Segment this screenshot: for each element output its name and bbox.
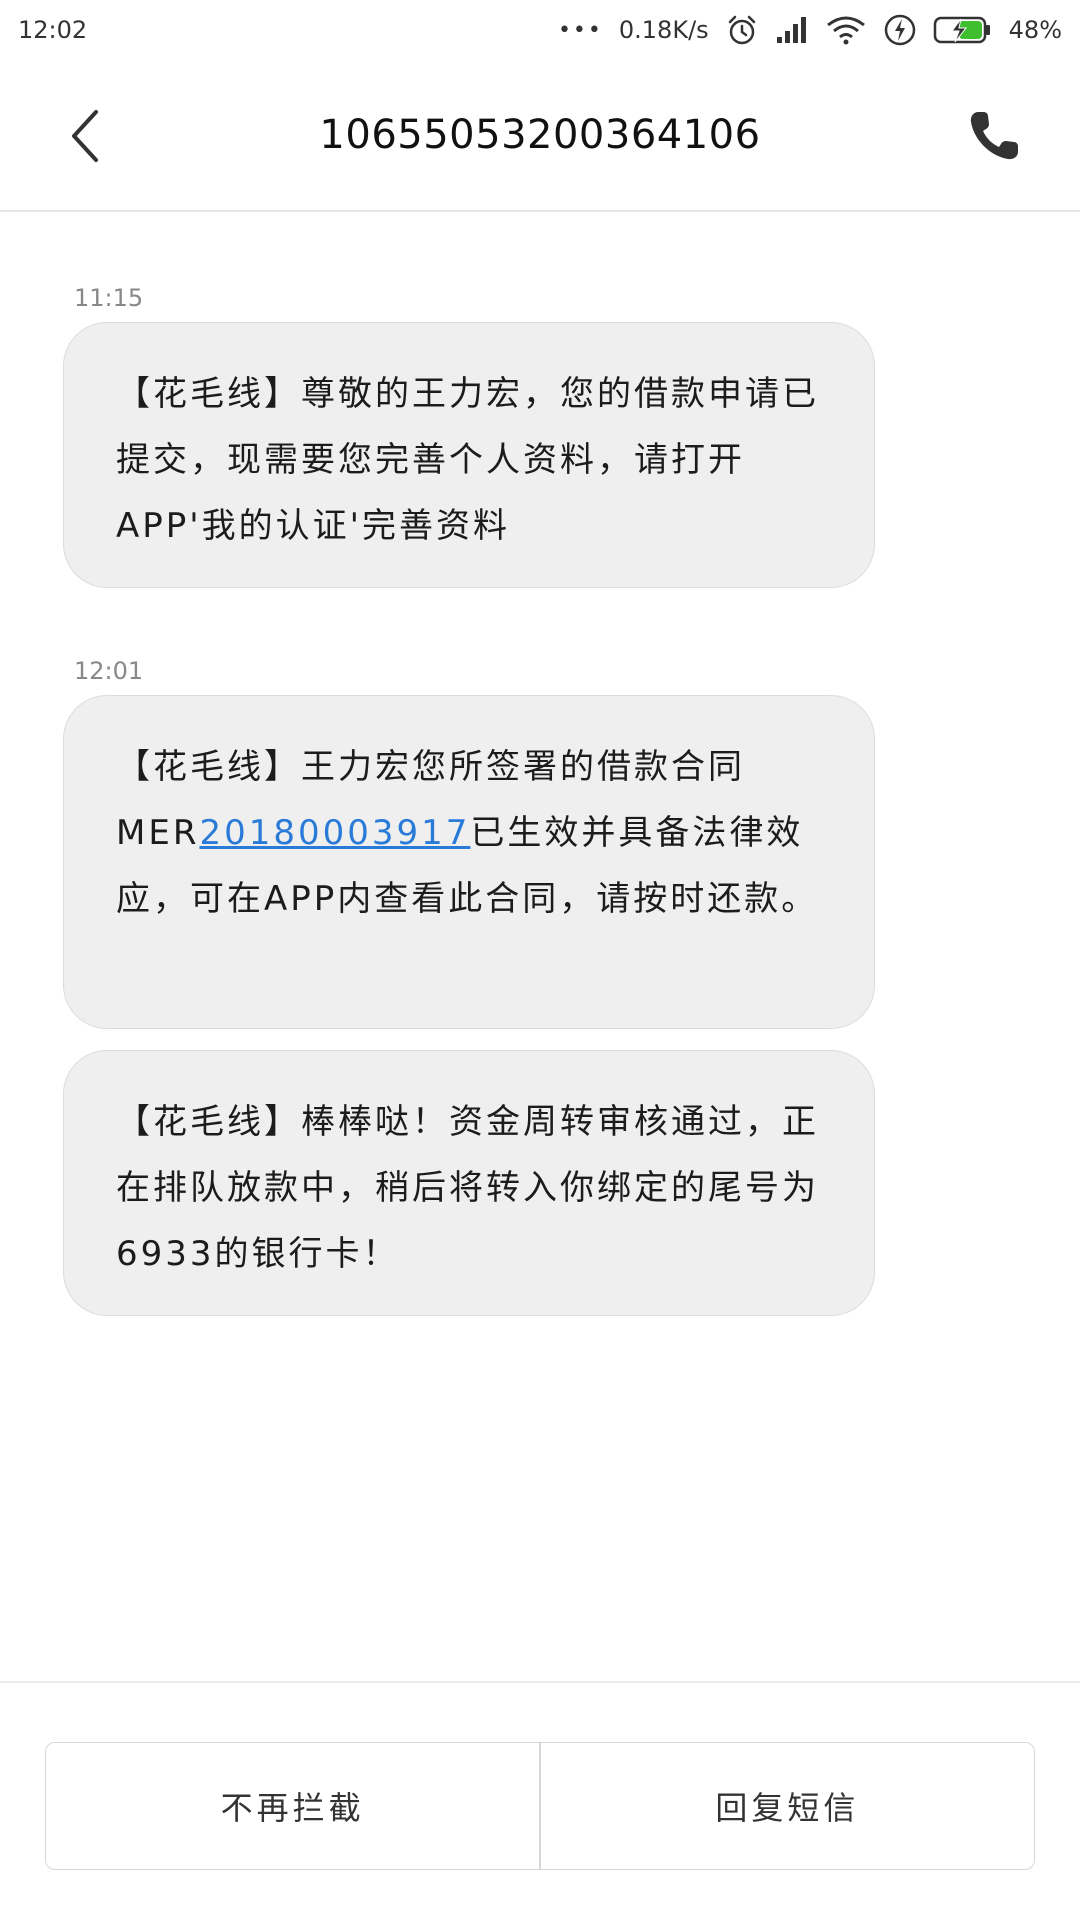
sender-number: 10655053200364106	[319, 112, 761, 158]
message-timestamp: 11:15	[74, 284, 144, 312]
status-bar: 12:02 ••• 0.18K/s 48%	[0, 0, 1080, 60]
message-timestamp: 12:01	[74, 657, 144, 685]
bottom-divider	[0, 1681, 1080, 1683]
back-button[interactable]	[56, 104, 116, 168]
status-icons: ••• 0.18K/s 48%	[558, 13, 1062, 47]
message-bubble[interactable]: 【花毛线】王力宏您所签署的借款合同MER20180003917已生效并具备法律效…	[63, 695, 875, 1029]
wifi-icon	[825, 15, 867, 45]
unblock-button[interactable]: 不再拦截	[46, 1743, 540, 1869]
more-dots-icon: •••	[557, 17, 603, 43]
phone-icon	[970, 112, 1018, 160]
flash-icon	[883, 13, 917, 47]
conversation-header: 10655053200364106	[0, 60, 1080, 212]
message-text: 【花毛线】棒棒哒！资金周转审核通过，正在排队放款中，稍后将转入你绑定的尾号为69…	[116, 1102, 819, 1274]
alarm-icon	[725, 13, 759, 47]
status-time: 12:02	[18, 16, 88, 44]
message-bubble[interactable]: 【花毛线】尊敬的王力宏，您的借款申请已提交，现需要您完善个人资料，请打开APP'…	[63, 322, 875, 588]
signal-icon	[775, 15, 809, 45]
call-button[interactable]	[962, 104, 1026, 168]
message-text: 【花毛线】尊敬的王力宏，您的借款申请已提交，现需要您完善个人资料，请打开APP'…	[116, 374, 819, 546]
action-bar: 不再拦截 回复短信	[45, 1742, 1035, 1870]
battery-percent: 48%	[1008, 16, 1062, 44]
message-bubble[interactable]: 【花毛线】棒棒哒！资金周转审核通过，正在排队放款中，稍后将转入你绑定的尾号为69…	[63, 1050, 875, 1316]
net-speed: 0.18K/s	[618, 16, 709, 44]
reply-sms-button[interactable]: 回复短信	[540, 1743, 1034, 1869]
contract-number-link[interactable]: 20180003917	[199, 813, 470, 853]
chevron-left-icon	[72, 110, 98, 162]
battery-charging-icon	[933, 15, 993, 45]
